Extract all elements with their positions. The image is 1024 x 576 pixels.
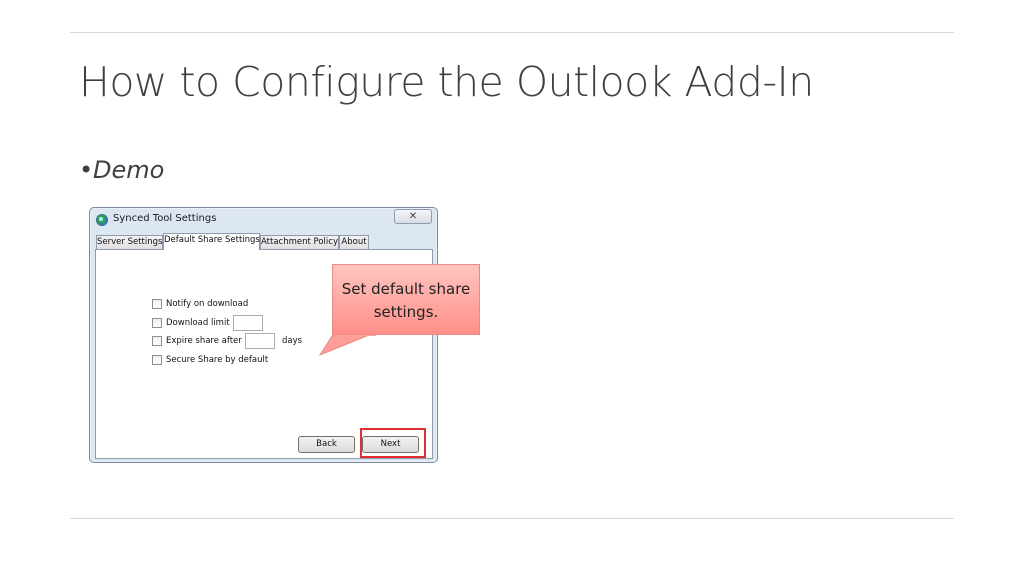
page-title: How to Configure the Outlook Add-In <box>79 58 814 106</box>
expire-share-checkbox[interactable] <box>152 336 162 346</box>
expire-days-input[interactable] <box>245 333 275 349</box>
bottom-divider <box>70 518 954 519</box>
notify-on-download-checkbox[interactable] <box>152 299 162 309</box>
dialog-title: Synced Tool Settings <box>113 213 217 224</box>
tab-about[interactable]: About <box>339 235 369 249</box>
tab-default-share-settings[interactable]: Default Share Settings <box>163 233 260 250</box>
callout-text-line1: Set default share <box>341 280 471 298</box>
dialog-titlebar[interactable]: Synced Tool Settings ✕ <box>90 208 437 232</box>
settings-dialog: Synced Tool Settings ✕ Server Settings D… <box>89 207 438 463</box>
notify-on-download-label: Notify on download <box>166 299 249 309</box>
bullet-dot-icon: • <box>79 156 94 184</box>
callout-text-line2: settings. <box>373 303 439 321</box>
days-label: days <box>282 336 303 346</box>
secure-share-checkbox[interactable] <box>152 355 162 365</box>
tab-attachment-policy[interactable]: Attachment Policy <box>260 235 339 249</box>
download-limit-checkbox[interactable] <box>152 318 162 328</box>
callout-pointer <box>318 333 376 357</box>
back-button[interactable]: Back <box>298 436 355 453</box>
download-limit-input[interactable] <box>233 315 263 331</box>
next-highlight-box <box>360 428 426 458</box>
secure-share-label: Secure Share by default <box>166 355 269 365</box>
bullet-item: •Demo <box>79 156 164 184</box>
app-icon <box>96 214 108 226</box>
close-icon: ✕ <box>408 211 418 222</box>
tab-server-settings[interactable]: Server Settings <box>96 235 163 249</box>
close-button[interactable]: ✕ <box>394 209 432 224</box>
top-divider <box>70 32 954 33</box>
download-limit-label: Download limit <box>166 318 230 328</box>
expire-share-label: Expire share after <box>166 336 242 346</box>
bullet-text: Demo <box>93 156 165 184</box>
callout-box: Set default share settings. <box>332 264 480 335</box>
